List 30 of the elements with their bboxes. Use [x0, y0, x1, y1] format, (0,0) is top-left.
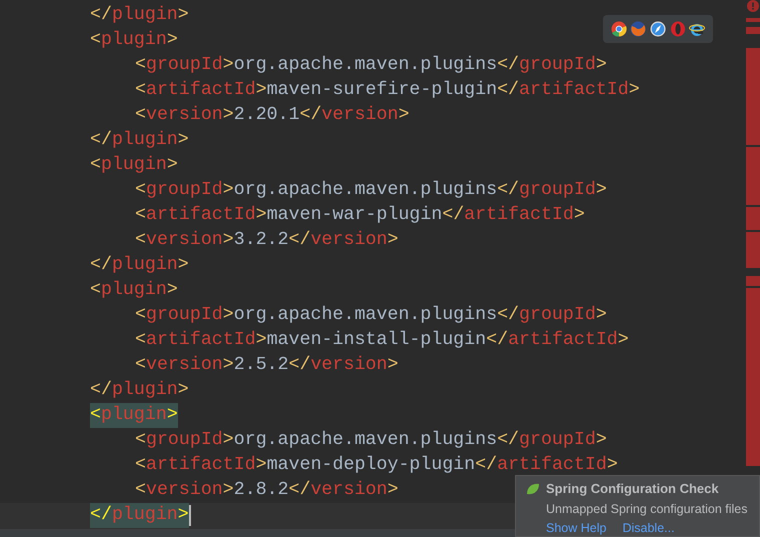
code-line: <version>2.8.2</version>: [135, 479, 398, 502]
notification-title: Spring Configuration Check: [546, 480, 719, 498]
code-line: <version>2.20.1</version>: [135, 104, 410, 127]
code-line: <artifactId>maven-war-plugin</artifactId>: [135, 204, 585, 227]
code-line: </plugin>: [90, 254, 189, 277]
leaf-icon: [526, 482, 540, 495]
matched-tag: </plugin>: [90, 503, 189, 528]
notification-message: Unmapped Spring configuration files: [545, 500, 749, 518]
code-line: <artifactId>maven-deploy-plugin</artifactId>: [135, 454, 618, 477]
text-caret: [188, 505, 191, 526]
code-line: <version>2.5.2</version>: [135, 354, 398, 377]
code-line: <plugin>: [90, 279, 178, 302]
code-line: <plugin>: [90, 154, 178, 177]
matched-tag: <plugin>: [90, 403, 178, 428]
code-line: <artifactId>maven-install-plugin</artifactId>: [135, 329, 629, 352]
code-line: <groupId>org.apache.maven.plugins</groupId>: [135, 179, 607, 202]
code-line: <groupId>org.apache.maven.plugins</groupId>: [135, 54, 607, 77]
code-line: <version>3.2.2</version>: [135, 229, 398, 252]
browser-icon[interactable]: [689, 21, 706, 37]
code-line: <groupId>org.apache.maven.plugins</groupId>: [135, 429, 607, 452]
browser-icon[interactable]: [650, 21, 666, 37]
code-line: </plugin>: [90, 4, 189, 27]
code-line: <plugin>: [90, 29, 178, 52]
code-line: <artifactId>maven-surefire-plugin</artifactId>: [135, 79, 640, 102]
code-line: </plugin>: [90, 129, 189, 152]
code-line: </plugin>: [90, 379, 189, 402]
notification-link[interactable]: Show Help: [546, 519, 606, 537]
notification-link[interactable]: Disable...: [622, 519, 675, 537]
browser-icon[interactable]: [610, 21, 627, 37]
code-line: <groupId>org.apache.maven.plugins</groupId>: [135, 304, 607, 327]
